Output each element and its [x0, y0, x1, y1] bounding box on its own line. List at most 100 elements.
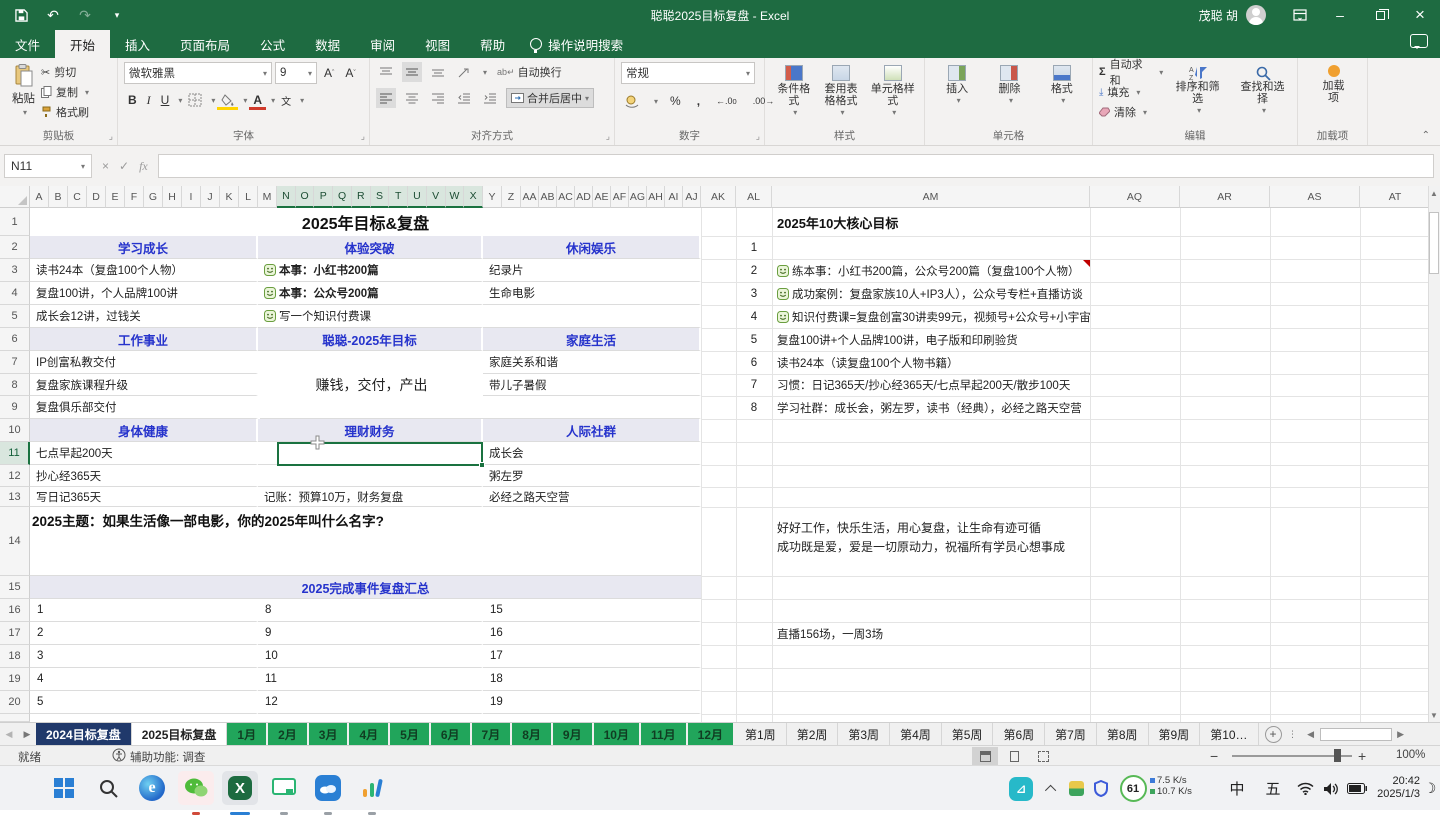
bold-button[interactable]: B — [124, 90, 141, 110]
column-header-Y[interactable]: Y — [483, 186, 502, 208]
find-select-button[interactable]: 查找和选择▾ — [1232, 62, 1293, 122]
percent-icon[interactable]: % — [666, 91, 685, 111]
column-header-H[interactable]: H — [163, 186, 182, 208]
fx-icon[interactable]: fx — [139, 159, 148, 174]
left-table-title[interactable]: 2025年目标&复盘 — [30, 208, 701, 236]
row-header-7[interactable]: 7 — [0, 351, 30, 374]
align-center-icon[interactable] — [402, 88, 422, 108]
horizontal-scroll-thumb[interactable] — [1320, 728, 1392, 741]
row-header-14[interactable]: 14 — [0, 507, 30, 576]
cell-r8c3[interactable]: 带儿子暑假 — [483, 374, 701, 396]
fill-handle[interactable] — [479, 462, 485, 468]
page-break-view-icon[interactable] — [1030, 747, 1056, 765]
select-all-corner[interactable] — [0, 186, 30, 208]
menu-tab-页面布局[interactable]: 页面布局 — [165, 30, 245, 58]
cell-styles-button[interactable]: 单元格样式▾ — [865, 62, 920, 129]
sheet-tab-第10…[interactable]: 第10… — [1200, 723, 1258, 745]
tray-app-icon[interactable] — [1064, 766, 1088, 811]
menu-tab-数据[interactable]: 数据 — [300, 30, 355, 58]
menu-tab-插入[interactable]: 插入 — [110, 30, 165, 58]
core-goal-text-2[interactable]: 练本事：小红书200篇，公众号200篇（复盘100个人物） — [772, 259, 1090, 282]
menu-tab-帮助[interactable]: 帮助 — [465, 30, 520, 58]
capcut-tray-app[interactable]: ⊿ — [1004, 766, 1038, 811]
excel-app[interactable]: X — [222, 771, 258, 805]
alignment-dialog-launcher[interactable]: ⌟ — [606, 131, 610, 142]
column-header-AK[interactable]: AK — [701, 186, 736, 208]
edge-app[interactable]: e — [134, 771, 170, 805]
cell-r6c3[interactable]: 家庭生活 — [483, 328, 701, 351]
borders-icon[interactable] — [184, 90, 206, 110]
row-header-10[interactable]: 10 — [0, 419, 30, 442]
core-goal-text-8[interactable]: 学习社群：成长会，粥左罗，读书（经典），必经之路天空营 — [772, 396, 1090, 419]
restore-button[interactable] — [1360, 0, 1400, 30]
column-header-AB[interactable]: AB — [539, 186, 557, 208]
scroll-down-icon[interactable]: ▼ — [1428, 708, 1440, 722]
cell-r12c2[interactable] — [258, 465, 483, 487]
cell-r13c1[interactable]: 写日记365天 — [30, 487, 258, 507]
redo-icon[interactable]: ↷ — [74, 4, 96, 26]
numcell-r17c2[interactable]: 9 — [258, 622, 483, 645]
normal-view-icon[interactable] — [972, 747, 998, 765]
menu-tab-文件[interactable]: 文件 — [0, 30, 55, 58]
page-layout-view-icon[interactable] — [1001, 747, 1027, 765]
selected-cell-N11[interactable] — [277, 442, 483, 466]
cell-r10c3[interactable]: 人际社群 — [483, 419, 701, 442]
column-header-Q[interactable]: Q — [333, 186, 352, 208]
row-header-18[interactable]: 18 — [0, 645, 30, 668]
column-header-K[interactable]: K — [220, 186, 239, 208]
cell-r7c1[interactable]: IP创富私教交付 — [30, 351, 258, 374]
core-goal-number-3[interactable]: 3 — [736, 282, 772, 305]
sheet-tab-第1周[interactable]: 第1周 — [735, 723, 787, 745]
column-header-O[interactable]: O — [296, 186, 315, 208]
core-goal-text-5[interactable]: 复盘100讲+个人品牌100讲，电子版和印刷验货 — [772, 328, 1090, 351]
column-header-X[interactable]: X — [464, 186, 483, 208]
chart-app[interactable] — [354, 771, 390, 805]
column-header-E[interactable]: E — [106, 186, 125, 208]
close-button[interactable]: × — [1400, 0, 1440, 30]
collapse-ribbon-icon[interactable]: ⌃ — [1422, 130, 1430, 141]
align-top-icon[interactable] — [376, 62, 396, 82]
column-header-V[interactable]: V — [427, 186, 446, 208]
wrap-text-button[interactable]: ab↵自动换行 — [493, 62, 566, 82]
core-goal-number-1[interactable]: 1 — [736, 236, 772, 259]
column-header-AL[interactable]: AL — [736, 186, 772, 208]
night-mode-icon[interactable]: ☽ — [1420, 766, 1440, 811]
theme-row[interactable]: 2025主题：如果生活像一部电影，你的2025年叫什么名字? — [30, 507, 701, 576]
tell-me-search[interactable]: 操作说明搜索 — [520, 30, 633, 58]
core-goal-text-6[interactable]: 读书24本（读复盘100个人物书籍） — [772, 351, 1090, 374]
undo-icon[interactable]: ↶ — [42, 4, 64, 26]
numcell-r20c3[interactable]: 19 — [483, 691, 701, 714]
column-header-R[interactable]: R — [352, 186, 371, 208]
numcell-r18c3[interactable]: 17 — [483, 645, 701, 668]
core-goal-text-7[interactable]: 习惯：日记365天/抄心经365天/七点早起200天/散步100天 — [772, 374, 1090, 396]
sheet-tab-4月[interactable]: 4月 — [349, 723, 390, 745]
row-header-13[interactable]: 13 — [0, 487, 30, 507]
numcell-r16c2[interactable]: 8 — [258, 599, 483, 622]
row-header-5[interactable]: 5 — [0, 305, 30, 328]
row-header-17[interactable]: 17 — [0, 622, 30, 645]
paste-button[interactable]: 粘贴▾ — [6, 62, 41, 122]
merged-goal-cell[interactable]: 赚钱，交付，产出 — [260, 351, 483, 419]
numcell-r17c1[interactable]: 2 — [30, 622, 258, 645]
autosum-button[interactable]: Σ自动求和▾ — [1099, 62, 1163, 82]
numcell-r20c2[interactable]: 12 — [258, 691, 483, 714]
clear-button[interactable]: 清除▾ — [1099, 102, 1163, 122]
core-goal-number-7[interactable]: 7 — [736, 374, 772, 396]
row-header-16[interactable]: 16 — [0, 599, 30, 622]
column-header-AQ[interactable]: AQ — [1090, 186, 1180, 208]
column-header-C[interactable]: C — [68, 186, 87, 208]
formula-cancel-icon[interactable]: × — [102, 159, 109, 173]
decrease-indent-icon[interactable] — [454, 88, 474, 108]
font-dialog-launcher[interactable]: ⌟ — [361, 131, 365, 142]
vertical-scroll-thumb[interactable] — [1429, 212, 1439, 274]
sheet-tab-5月[interactable]: 5月 — [390, 723, 431, 745]
cell-r6c1[interactable]: 工作事业 — [30, 328, 258, 351]
cell-r7c3[interactable]: 家庭关系和谐 — [483, 351, 701, 374]
cell-r11c3[interactable]: 成长会 — [483, 442, 701, 465]
delete-cells-button[interactable]: 删除▾ — [993, 62, 1025, 129]
ime-mode-indicator[interactable]: 五 — [1258, 766, 1288, 811]
column-header-I[interactable]: I — [182, 186, 201, 208]
column-header-U[interactable]: U — [408, 186, 427, 208]
column-header-AD[interactable]: AD — [575, 186, 593, 208]
comma-style-icon[interactable]: , — [693, 91, 704, 111]
